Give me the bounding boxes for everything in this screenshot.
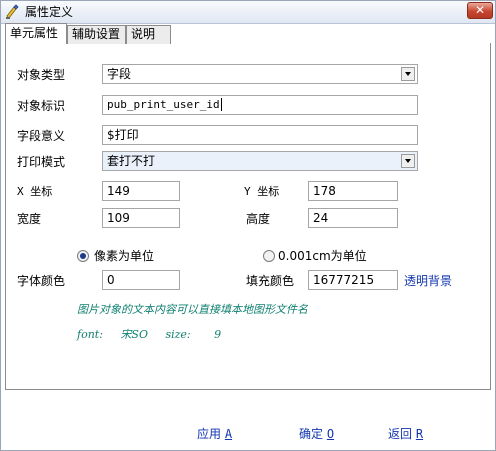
font-info-font-label: font: bbox=[77, 328, 103, 341]
y-coord-label: Y 坐标 bbox=[244, 185, 280, 198]
tab-aux-settings[interactable]: 辅助设置 bbox=[67, 25, 126, 44]
apply-label: 应用 bbox=[197, 427, 222, 441]
apply-button[interactable]: 应用 A bbox=[197, 426, 232, 442]
y-coord-field[interactable]: 178 bbox=[308, 181, 398, 201]
unit-cm-radio[interactable] bbox=[263, 250, 275, 262]
print-mode-value: 套打不打 bbox=[107, 154, 156, 168]
object-id-label: 对象标识 bbox=[17, 99, 66, 113]
width-value: 109 bbox=[107, 211, 130, 225]
chevron-down-icon[interactable] bbox=[401, 154, 415, 168]
properties-dialog: 属性定义 ✕ 单元属性 辅助设置 说明 对象类型 字段 对象标识 pub_pri… bbox=[0, 0, 496, 451]
fill-color-label: 填充颜色 bbox=[246, 274, 295, 288]
print-mode-select[interactable]: 套打不打 bbox=[102, 151, 418, 171]
height-value: 24 bbox=[313, 211, 329, 225]
field-meaning-value: $打印 bbox=[107, 128, 139, 142]
font-info: font: 宋SO size: 9 bbox=[77, 328, 221, 342]
back-accel: R bbox=[415, 427, 424, 441]
tab-help[interactable]: 说明 bbox=[126, 25, 171, 44]
font-color-field[interactable]: 0 bbox=[102, 270, 180, 290]
x-coord-field[interactable]: 149 bbox=[102, 181, 180, 201]
font-info-size-value: 9 bbox=[214, 328, 222, 341]
ok-label: 确定 bbox=[299, 427, 324, 441]
object-id-field[interactable]: pub_print_user_id​ bbox=[102, 95, 418, 115]
unit-pixel-radio[interactable] bbox=[77, 250, 89, 262]
title-bar[interactable]: 属性定义 ✕ bbox=[1, 1, 495, 24]
object-type-value: 字段 bbox=[107, 67, 132, 81]
y-coord-value: 178 bbox=[313, 184, 336, 198]
print-mode-label: 打印模式 bbox=[17, 155, 66, 169]
font-color-label: 字体颜色 bbox=[17, 274, 66, 288]
unit-pixel-label[interactable]: 像素为单位 bbox=[94, 248, 154, 264]
ok-accel: O bbox=[326, 427, 335, 441]
window-title: 属性定义 bbox=[25, 5, 74, 19]
transparent-bg-link[interactable]: 透明背景 bbox=[404, 273, 452, 289]
width-field[interactable]: 109 bbox=[102, 208, 180, 228]
object-type-select[interactable]: 字段 bbox=[102, 64, 418, 84]
app-icon bbox=[6, 4, 19, 19]
unit-cm-label[interactable]: 0.001cm为单位 bbox=[278, 248, 367, 264]
field-meaning-label: 字段意义 bbox=[17, 129, 66, 143]
font-info-font-value: 宋SO bbox=[120, 328, 148, 341]
fill-color-field[interactable]: 16777215 bbox=[308, 270, 398, 290]
hint-text: 图片对象的文本内容可以直接填本地图形文件名 bbox=[77, 303, 308, 316]
back-label: 返回 bbox=[388, 427, 413, 441]
chevron-down-icon[interactable] bbox=[401, 67, 415, 81]
close-button[interactable]: ✕ bbox=[467, 2, 493, 19]
tab-unit-properties[interactable]: 单元属性 bbox=[5, 23, 67, 44]
ok-button[interactable]: 确定 O bbox=[299, 426, 334, 442]
object-id-value: pub_print_user_id bbox=[107, 98, 220, 111]
back-button[interactable]: 返回 R bbox=[388, 426, 423, 442]
apply-accel: A bbox=[224, 427, 233, 441]
font-color-value: 0 bbox=[107, 273, 115, 287]
text-cursor: ​ bbox=[220, 98, 222, 111]
height-label: 高度 bbox=[246, 212, 271, 226]
fill-color-value: 16777215 bbox=[313, 273, 375, 287]
font-info-size-label: size: bbox=[165, 328, 191, 341]
tab-panel: 对象类型 字段 对象标识 pub_print_user_id​ 字段意义 $打印… bbox=[5, 43, 491, 390]
height-field[interactable]: 24 bbox=[308, 208, 398, 228]
x-coord-label: X 坐标 bbox=[17, 185, 53, 198]
field-meaning-field[interactable]: $打印 bbox=[102, 125, 418, 145]
object-type-label: 对象类型 bbox=[17, 68, 66, 82]
x-coord-value: 149 bbox=[107, 184, 130, 198]
width-label: 宽度 bbox=[17, 212, 42, 226]
